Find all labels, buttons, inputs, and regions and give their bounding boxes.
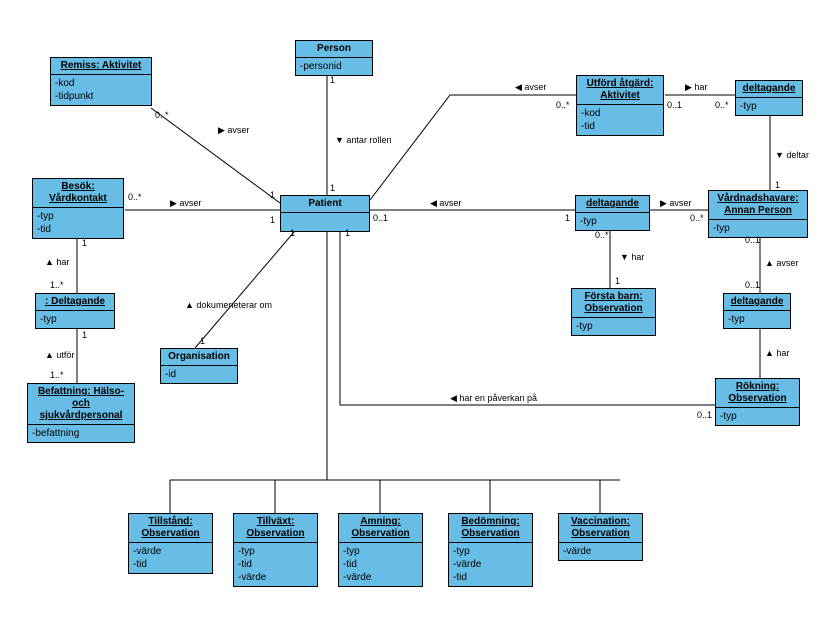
class-title: Person bbox=[296, 41, 372, 58]
class-bedomning: Bedömning: Observation -typ-värde-tid bbox=[448, 513, 533, 587]
class-title: Besök: Vårdkontakt bbox=[33, 179, 123, 208]
label-avser: ▲ avser bbox=[765, 258, 798, 268]
class-deltagande3: : Deltagande -typ bbox=[35, 293, 115, 329]
label-avser: ▶ avser bbox=[660, 198, 691, 209]
mult: 1..* bbox=[50, 280, 64, 290]
class-deltagande2: deltagande -typ bbox=[575, 195, 650, 231]
label-avser: ◀ avser bbox=[515, 82, 546, 93]
label-harpav: ◀ har en påverkan på bbox=[450, 393, 537, 404]
label-har: ▲ har bbox=[45, 257, 69, 267]
class-befattning: Befattning: Hälso- och sjukvårdpersonal … bbox=[27, 383, 135, 443]
label-avser: ▶ avser bbox=[218, 125, 249, 136]
class-title: Bedömning: Observation bbox=[449, 514, 532, 543]
class-person: Person -personid bbox=[295, 40, 373, 76]
mult: 0..* bbox=[155, 110, 169, 120]
label-avser: ▶ avser bbox=[170, 198, 201, 209]
mult: 1 bbox=[775, 180, 780, 190]
label-antar: ▼ antar rollen bbox=[335, 135, 391, 145]
class-title: deltagande bbox=[576, 196, 649, 213]
mult: 0..* bbox=[128, 192, 142, 202]
class-title: Organisation bbox=[161, 349, 237, 366]
label-deltar: ▼ deltar bbox=[775, 150, 809, 160]
class-title: Vaccination: Observation bbox=[559, 514, 642, 543]
mult: 0..1 bbox=[745, 235, 760, 245]
mult: 0..1 bbox=[745, 280, 760, 290]
class-rokning: Rökning: Observation -typ bbox=[715, 378, 800, 426]
class-title: Tillstånd: Observation bbox=[129, 514, 212, 543]
label-dokument: ▲ dokumeneterar om bbox=[185, 300, 272, 310]
label-har: ▶ har bbox=[685, 82, 707, 93]
mult: 1 bbox=[290, 228, 295, 238]
class-tillstand: Tillstånd: Observation -värde-tid bbox=[128, 513, 213, 574]
class-title: Patient bbox=[281, 196, 369, 213]
class-besok: Besök: Vårdkontakt -typ-tid bbox=[32, 178, 124, 239]
mult: 1 bbox=[82, 238, 87, 248]
class-tillvaxt: Tillväxt: Observation -typ-tid-värde bbox=[233, 513, 318, 587]
mult: 1 bbox=[615, 276, 620, 286]
mult: 1 bbox=[270, 215, 275, 225]
mult: 1 bbox=[270, 190, 275, 200]
mult: 0..1 bbox=[667, 100, 682, 110]
mult: 1 bbox=[200, 336, 205, 346]
class-title: : Deltagande bbox=[36, 294, 114, 311]
class-patient: Patient bbox=[280, 195, 370, 232]
class-organisation: Organisation -id bbox=[160, 348, 238, 384]
label-utfor: ▲ utför bbox=[45, 350, 74, 360]
mult: 1 bbox=[345, 228, 350, 238]
class-title: Vårdnadshavare: Annan Person bbox=[709, 191, 807, 220]
mult: 1 bbox=[82, 330, 87, 340]
class-title: Tillväxt: Observation bbox=[234, 514, 317, 543]
mult: 0..1 bbox=[373, 213, 388, 223]
class-deltagande1: deltagande -typ bbox=[735, 80, 803, 116]
mult: 0..* bbox=[595, 230, 609, 240]
class-deltagande4: deltagande -typ bbox=[723, 293, 791, 329]
label-har: ▼ har bbox=[620, 252, 644, 262]
mult: 0..* bbox=[556, 100, 570, 110]
class-vardnad: Vårdnadshavare: Annan Person -typ bbox=[708, 190, 808, 238]
mult: 0..* bbox=[690, 213, 704, 223]
class-remiss: Remiss: Aktivitet -kod-tidpunkt bbox=[50, 57, 152, 106]
class-title: Amning: Observation bbox=[339, 514, 422, 543]
class-forsta: Första barn: Observation -typ bbox=[571, 288, 656, 336]
label-har: ▲ har bbox=[765, 348, 789, 358]
mult: 1..* bbox=[50, 370, 64, 380]
class-amning: Amning: Observation -typ-tid-värde bbox=[338, 513, 423, 587]
label-avser: ◀ avser bbox=[430, 198, 461, 209]
class-title: Remiss: Aktivitet bbox=[51, 58, 151, 75]
mult: 1 bbox=[330, 183, 335, 193]
mult: 1 bbox=[330, 75, 335, 85]
class-title: Första barn: Observation bbox=[572, 289, 655, 318]
class-title: deltagande bbox=[736, 81, 802, 98]
class-title: deltagande bbox=[724, 294, 790, 311]
mult: 0..1 bbox=[697, 410, 712, 420]
class-vaccination: Vaccination: Observation -värde bbox=[558, 513, 643, 561]
mult: 0..* bbox=[715, 100, 729, 110]
class-utford: Utförd åtgärd: Aktivitet -kod-tid bbox=[576, 75, 664, 136]
class-title: Befattning: Hälso- och sjukvårdpersonal bbox=[28, 384, 134, 425]
class-title: Utförd åtgärd: Aktivitet bbox=[577, 76, 663, 105]
mult: 1 bbox=[565, 213, 570, 223]
class-title: Rökning: Observation bbox=[716, 379, 799, 408]
